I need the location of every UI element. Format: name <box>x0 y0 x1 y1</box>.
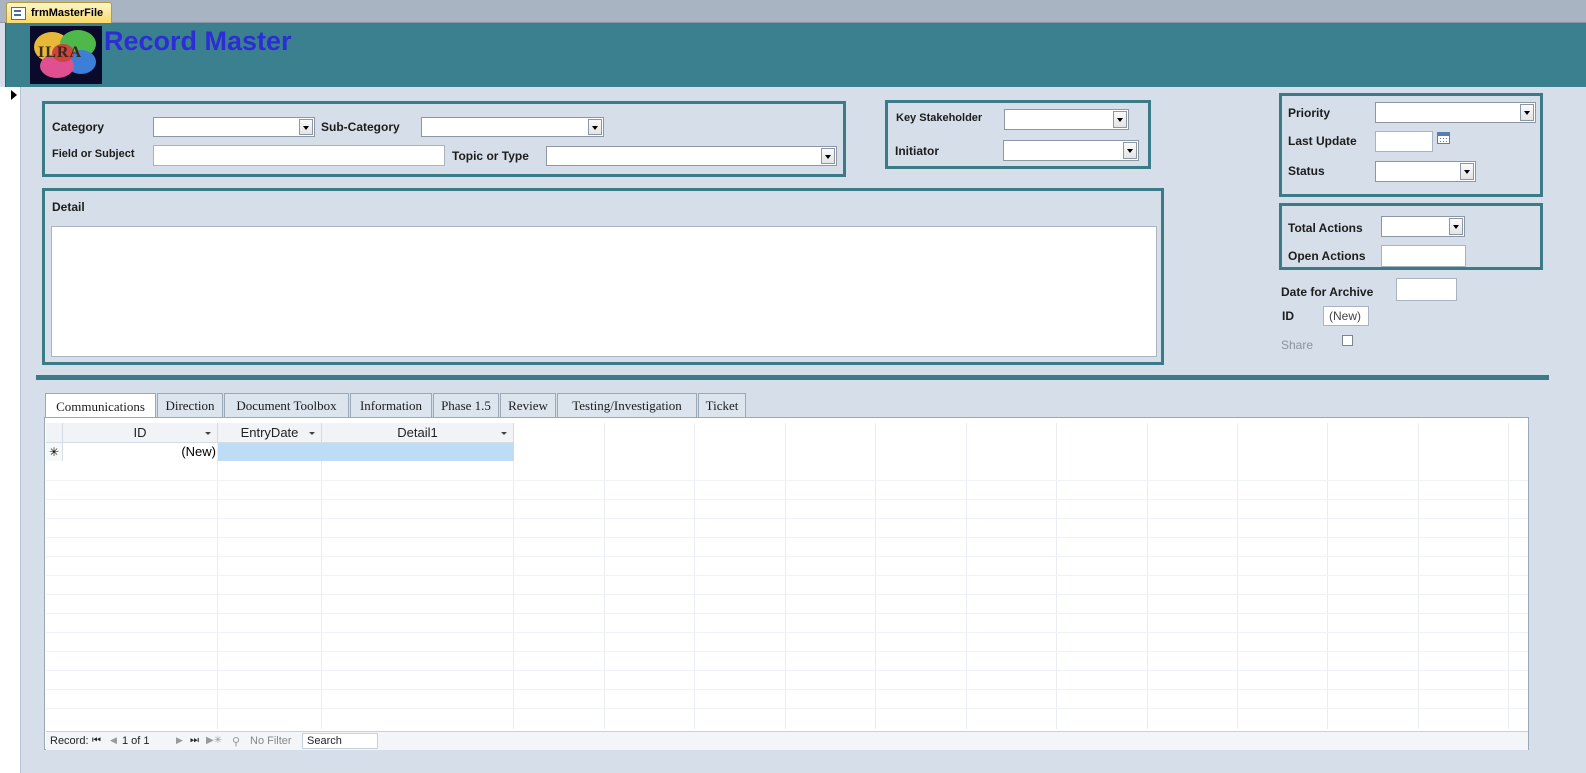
communications-datasheet[interactable]: ID EntryDate Detail1 ✳ (New) <box>46 423 1528 729</box>
share-label: Share <box>1281 338 1314 352</box>
brain-logo: ILRA <box>30 26 102 84</box>
chevron-down-icon[interactable] <box>299 119 313 135</box>
form-title: Record Master <box>104 26 292 56</box>
record-navigation-bar: Record: ⏮ ◀ 1 of 1 ▶ ⏭ ▶✳ ⚲ No Filter Se… <box>46 731 1528 750</box>
new-row-detail1-cell[interactable] <box>322 443 514 461</box>
form-icon <box>11 6 26 20</box>
previous-record-icon[interactable]: ◀ <box>110 735 117 746</box>
date-archive-label: Date for Archive <box>1281 285 1374 299</box>
tab-communications[interactable]: Communications <box>45 393 156 419</box>
total-actions-combo[interactable] <box>1381 216 1465 237</box>
chevron-down-icon[interactable] <box>1460 163 1474 180</box>
new-row-entrydate-cell[interactable] <box>218 443 322 461</box>
document-tab-label: frmMasterFile <box>31 7 104 19</box>
last-record-icon[interactable]: ⏭ <box>190 735 199 746</box>
current-record-field[interactable]: 1 of 1 <box>122 735 150 747</box>
tab-phase-1-5[interactable]: Phase 1.5 <box>433 393 499 418</box>
column-header-id[interactable]: ID <box>63 423 218 443</box>
key-stakeholder-label: Key Stakeholder <box>896 112 983 124</box>
id-field: (New) <box>1323 306 1369 326</box>
tab-review[interactable]: Review <box>500 393 556 418</box>
priority-label: Priority <box>1288 106 1331 120</box>
column-header-entrydate[interactable]: EntryDate <box>218 423 322 443</box>
filter-icon[interactable]: ⚲ <box>232 735 240 748</box>
chevron-down-icon[interactable] <box>1449 218 1463 235</box>
detail-label: Detail <box>52 200 85 214</box>
open-actions-label: Open Actions <box>1288 249 1366 263</box>
record-label: Record: <box>50 735 89 747</box>
current-record-arrow-icon <box>11 90 17 100</box>
tab-direction[interactable]: Direction <box>157 393 223 418</box>
category-label: Category <box>52 120 105 134</box>
chevron-down-icon[interactable] <box>1113 111 1127 128</box>
column-filter-icon[interactable] <box>205 432 211 435</box>
logo-text: ILRA <box>38 44 83 61</box>
tab-ticket[interactable]: Ticket <box>698 393 746 418</box>
tab-information[interactable]: Information <box>350 393 432 418</box>
document-tab-frmmasterfile[interactable]: frmMasterFile <box>6 2 113 23</box>
priority-combo[interactable] <box>1375 102 1536 123</box>
category-combo[interactable] <box>153 117 315 137</box>
last-update-input[interactable] <box>1375 131 1433 152</box>
search-input[interactable]: Search <box>302 733 378 749</box>
first-record-icon[interactable]: ⏮ <box>92 735 101 746</box>
new-record-marker-icon[interactable]: ✳ <box>46 443 63 461</box>
subcategory-label: Sub-Category <box>321 120 400 134</box>
calendar-icon[interactable] <box>1437 132 1450 144</box>
initiator-label: Initiator <box>895 144 939 158</box>
chevron-down-icon[interactable] <box>1520 104 1534 121</box>
topic-type-label: Topic or Type <box>452 149 529 163</box>
field-subject-input[interactable] <box>153 145 445 166</box>
initiator-combo[interactable] <box>1003 140 1139 161</box>
status-label: Status <box>1288 164 1325 178</box>
topic-type-combo[interactable] <box>546 146 837 166</box>
tab-testing-investigation[interactable]: Testing/Investigation <box>557 393 697 418</box>
column-filter-icon[interactable] <box>309 432 315 435</box>
section-separator <box>36 375 1549 380</box>
column-filter-icon[interactable] <box>501 432 507 435</box>
chevron-down-icon[interactable] <box>821 148 835 164</box>
no-filter-indicator[interactable]: No Filter <box>250 735 292 747</box>
select-all-corner[interactable] <box>46 423 63 443</box>
status-combo[interactable] <box>1375 161 1476 182</box>
last-update-label: Last Update <box>1288 134 1357 148</box>
detail-textarea[interactable] <box>51 226 1157 357</box>
share-checkbox[interactable] <box>1342 335 1353 346</box>
document-tab-strip <box>0 0 1586 23</box>
tab-document-toolbox[interactable]: Document Toolbox <box>224 393 349 418</box>
chevron-down-icon[interactable] <box>588 119 602 135</box>
new-row-id-cell[interactable]: (New) <box>63 443 218 461</box>
new-record-icon[interactable]: ▶✳ <box>206 735 222 746</box>
column-header-detail1[interactable]: Detail1 <box>322 423 514 443</box>
date-archive-input[interactable] <box>1396 278 1457 301</box>
field-subject-label: Field or Subject <box>52 148 135 160</box>
total-actions-label: Total Actions <box>1288 221 1363 235</box>
key-stakeholder-combo[interactable] <box>1004 109 1129 130</box>
subcategory-combo[interactable] <box>421 117 604 137</box>
record-selector-bar[interactable] <box>0 87 21 773</box>
next-record-icon[interactable]: ▶ <box>176 735 183 746</box>
open-actions-input[interactable] <box>1381 245 1466 267</box>
id-label: ID <box>1282 309 1294 323</box>
chevron-down-icon[interactable] <box>1123 142 1137 159</box>
